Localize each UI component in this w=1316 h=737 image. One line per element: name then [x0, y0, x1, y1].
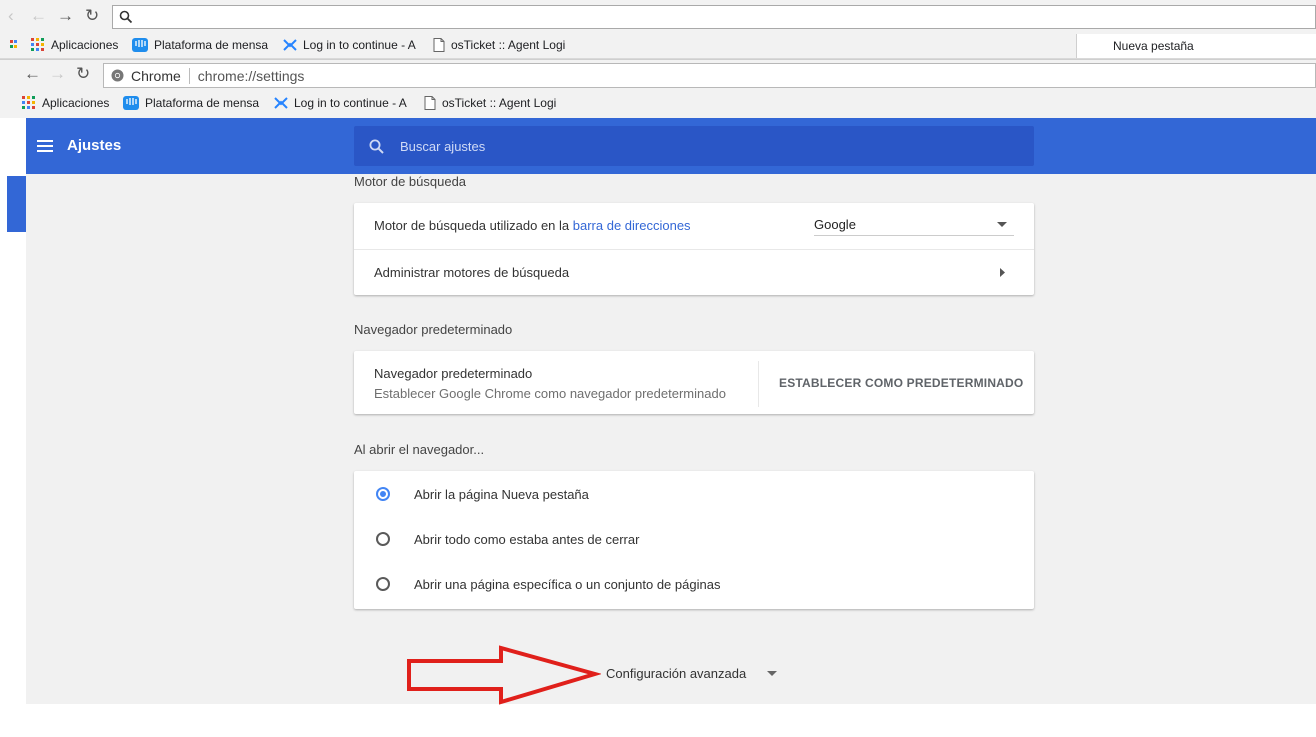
- bookmark-label: Log in to continue - A: [294, 96, 407, 110]
- settings-search-input[interactable]: Buscar ajustes: [354, 126, 1034, 166]
- search-engine-value: Google: [814, 217, 856, 232]
- inner-back-icon[interactable]: ←: [24, 64, 41, 84]
- inner-bookmark-plataforma[interactable]: Plataforma de mensa: [123, 96, 261, 110]
- confluence-icon: [274, 97, 288, 109]
- section-title-on-startup: Al abrir el navegador...: [354, 442, 485, 457]
- outer-bookmark-osticket[interactable]: osTicket :: Agent Logi: [433, 38, 573, 52]
- omnibox-divider: [188, 67, 190, 84]
- outer-forward-icon[interactable]: →: [57, 6, 74, 26]
- left-edge-blue: [7, 176, 26, 232]
- dropdown-arrow-icon: [767, 671, 777, 676]
- section-title-default-browser: Navegador predeterminado: [354, 322, 513, 337]
- bookmark-label: Plataforma de mensa: [154, 38, 269, 52]
- search-engine-row-label: Motor de búsqueda utilizado en la barra …: [374, 218, 691, 233]
- manage-search-engines-label: Administrar motores de búsqueda: [374, 265, 570, 280]
- inner-bookmark-osticket[interactable]: osTicket :: Agent Logi: [424, 96, 564, 110]
- page-title: Ajustes: [67, 137, 122, 154]
- outer-back-icon[interactable]: ‹: [8, 6, 14, 26]
- bookmark-label: Aplicaciones: [51, 38, 119, 52]
- outer-bookmark-login[interactable]: Log in to continue - A: [283, 38, 423, 52]
- inner-bookmark-apps[interactable]: Aplicaciones: [22, 96, 109, 110]
- option-label: Abrir todo como estaba antes de cerrar: [414, 532, 640, 547]
- search-icon: [369, 139, 384, 154]
- apps-grid-icon: [31, 38, 44, 51]
- menu-icon[interactable]: [37, 139, 53, 153]
- default-browser-title: Navegador predeterminado: [374, 366, 533, 381]
- startup-option-specific-pages[interactable]: Abrir una página específica o un conjunt…: [354, 561, 1034, 606]
- outer-tab[interactable]: Nueva pestaña: [1076, 34, 1316, 58]
- search-engine-label-text: Motor de búsqueda utilizado en la: [374, 218, 570, 233]
- address-bar-link[interactable]: barra de direcciones: [573, 218, 691, 233]
- search-engine-card: Motor de búsqueda utilizado en la barra …: [354, 203, 1034, 295]
- page-icon: [433, 38, 445, 52]
- inner-forward-icon[interactable]: →: [49, 64, 66, 84]
- chrome-icon: [111, 69, 124, 82]
- site-chip-label: Chrome: [131, 67, 181, 84]
- bookmark-label: Plataforma de mensa: [145, 96, 260, 110]
- startup-option-new-tab[interactable]: Abrir la página Nueva pestaña: [354, 471, 1034, 516]
- confluence-icon: [283, 39, 297, 51]
- section-title-search-engine: Motor de búsqueda: [354, 174, 467, 189]
- radio-continue[interactable]: [376, 532, 390, 546]
- vertical-divider: [758, 361, 759, 407]
- manage-search-engines-row[interactable]: Administrar motores de búsqueda: [354, 250, 1034, 295]
- search-engine-select[interactable]: Google: [814, 216, 1014, 236]
- option-label: Abrir una página específica o un conjunt…: [414, 577, 721, 592]
- radio-specific-pages[interactable]: [376, 577, 390, 591]
- arrow-right-icon: [1000, 268, 1005, 277]
- inner-reload-icon[interactable]: ↻: [76, 64, 90, 84]
- default-browser-subtitle: Establecer Google Chrome como navegador …: [374, 386, 726, 401]
- outer-back-arrow-icon[interactable]: ←: [30, 6, 47, 26]
- intercom-icon: [123, 96, 139, 110]
- option-label: Abrir la página Nueva pestaña: [414, 487, 589, 502]
- radio-new-tab[interactable]: [376, 487, 390, 501]
- bookmark-label: Log in to continue - A: [303, 38, 416, 52]
- intercom-icon: [132, 38, 148, 52]
- on-startup-card: Abrir la página Nueva pestaña Abrir todo…: [354, 471, 1034, 609]
- url-text: chrome://settings: [197, 67, 305, 84]
- outer-reload-icon[interactable]: ↻: [85, 6, 99, 26]
- inner-address-bar[interactable]: Chrome chrome://settings: [103, 63, 1316, 88]
- bookmark-label: osTicket :: Agent Logi: [442, 96, 557, 110]
- outer-bookmark-apps[interactable]: Aplicaciones: [31, 38, 118, 52]
- bookmark-label: osTicket :: Agent Logi: [451, 38, 566, 52]
- advanced-settings-button[interactable]: Configuración avanzada: [600, 664, 790, 684]
- inner-bookmark-login[interactable]: Log in to continue - A: [274, 96, 414, 110]
- set-default-button[interactable]: ESTABLECER COMO PREDETERMINADO: [779, 376, 1023, 390]
- annotation-arrow: [407, 645, 601, 705]
- outer-address-bar[interactable]: [112, 5, 1316, 29]
- search-placeholder: Buscar ajustes: [400, 138, 486, 154]
- outer-bookmark-plataforma[interactable]: Plataforma de mensa: [132, 38, 270, 52]
- advanced-settings-label: Configuración avanzada: [606, 666, 747, 681]
- dropdown-arrow-icon: [997, 222, 1007, 227]
- outer-tab-title: Nueva pestaña: [1113, 39, 1194, 53]
- outer-extension-icon: [10, 40, 17, 48]
- apps-grid-icon: [22, 96, 35, 109]
- page-icon: [424, 96, 436, 110]
- default-browser-card: Navegador predeterminado Establecer Goog…: [354, 351, 1034, 414]
- outer-search-icon: [119, 10, 133, 24]
- bookmark-label: Aplicaciones: [42, 96, 110, 110]
- startup-option-continue[interactable]: Abrir todo como estaba antes de cerrar: [354, 516, 1034, 561]
